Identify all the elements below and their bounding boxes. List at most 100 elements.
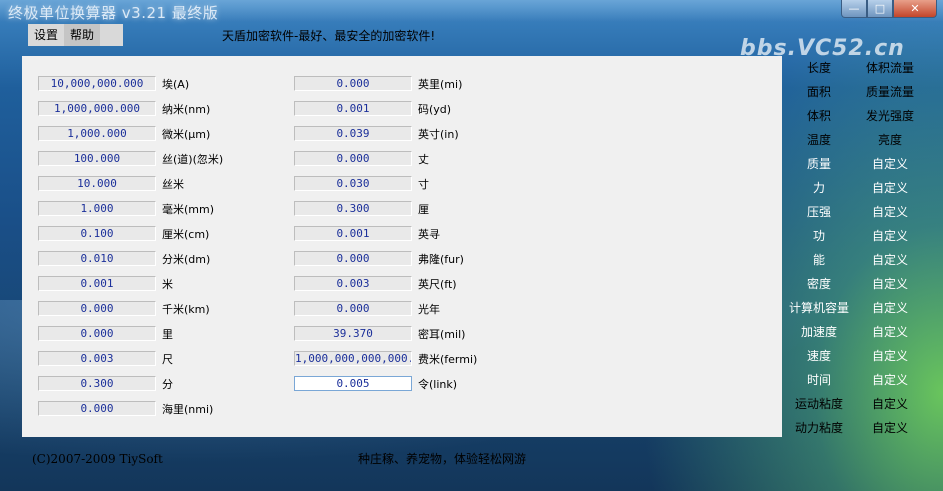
left-unit-row: 0.001 米 <box>38 275 173 292</box>
category-button[interactable]: 加速度 <box>783 321 855 343</box>
left-unit-row: 0.000 里 <box>38 325 173 342</box>
right-unit-value-field[interactable]: 0.001 <box>294 101 412 116</box>
right-unit-row: 1,000,000,000,000.00 费米(fermi) <box>294 350 477 367</box>
left-unit-value-field[interactable]: 0.010 <box>38 251 156 266</box>
left-unit-value-field[interactable]: 1,000.000 <box>38 126 156 141</box>
left-unit-value-field[interactable]: 0.003 <box>38 351 156 366</box>
left-unit-value-field[interactable]: 0.001 <box>38 276 156 291</box>
left-unit-unit-label: 埃(A) <box>162 77 190 91</box>
menu-help[interactable]: 帮助 <box>64 24 101 46</box>
left-unit-value-field[interactable]: 10.000 <box>38 176 156 191</box>
right-unit-row: 0.003 英尺(ft) <box>294 275 457 292</box>
left-unit-row: 10.000 丝米 <box>38 175 184 192</box>
left-unit-row: 0.000 千米(km) <box>38 300 210 317</box>
category-button[interactable]: 自定义 <box>854 273 926 295</box>
right-unit-value-field[interactable]: 0.000 <box>294 301 412 316</box>
left-unit-unit-label: 毫米(mm) <box>162 202 215 216</box>
category-button[interactable]: 时间 <box>783 369 855 391</box>
right-unit-value-field[interactable]: 0.001 <box>294 226 412 241</box>
left-unit-unit-label: 尺 <box>162 352 173 366</box>
menu-settings[interactable]: 设置 <box>28 24 64 46</box>
maximize-button[interactable]: □ <box>867 0 893 18</box>
category-button[interactable]: 体积流量 <box>854 57 926 79</box>
slogan-link[interactable]: 天盾加密软件-最好、最安全的加密软件! <box>222 27 435 44</box>
right-unit-unit-label: 密耳(mil) <box>418 327 466 341</box>
category-button[interactable]: 运动粘度 <box>783 393 855 415</box>
category-button[interactable]: 动力粘度 <box>783 417 855 439</box>
left-unit-row: 1.000 毫米(mm) <box>38 200 214 217</box>
right-unit-value-field[interactable]: 0.000 <box>294 76 412 91</box>
left-unit-value-field[interactable]: 1.000 <box>38 201 156 216</box>
category-button[interactable]: 计算机容量 <box>783 297 855 319</box>
category-button[interactable]: 长度 <box>783 57 855 79</box>
left-unit-value-field[interactable]: 10,000,000.000 <box>38 76 156 91</box>
close-button[interactable]: ✕ <box>893 0 937 18</box>
category-button[interactable]: 自定义 <box>854 393 926 415</box>
right-unit-unit-label: 英寸(in) <box>418 127 459 141</box>
window-controls: — □ ✕ <box>841 0 937 18</box>
right-unit-value-field[interactable]: 0.300 <box>294 201 412 216</box>
ad-link[interactable]: 种庄稼、养宠物，体验轻松网游 <box>358 450 526 467</box>
category-button[interactable]: 自定义 <box>854 369 926 391</box>
left-unit-row: 0.100 厘米(cm) <box>38 225 209 242</box>
right-unit-value-field[interactable]: 0.000 <box>294 251 412 266</box>
left-unit-value-field[interactable]: 0.000 <box>38 401 156 416</box>
category-button[interactable]: 自定义 <box>854 297 926 319</box>
right-unit-unit-label: 英寻 <box>418 227 440 241</box>
left-unit-unit-label: 纳米(nm) <box>162 102 211 116</box>
left-unit-unit-label: 丝(道)(忽米) <box>162 152 224 166</box>
left-unit-unit-label: 里 <box>162 327 173 341</box>
category-button[interactable]: 自定义 <box>854 153 926 175</box>
left-unit-row: 1,000,000.000 纳米(nm) <box>38 100 210 117</box>
left-unit-unit-label: 千米(km) <box>162 302 210 316</box>
category-button[interactable]: 亮度 <box>854 129 926 151</box>
left-unit-unit-label: 丝米 <box>162 177 184 191</box>
category-button[interactable]: 自定义 <box>854 249 926 271</box>
category-button[interactable]: 面积 <box>783 81 855 103</box>
left-unit-value-field[interactable]: 0.100 <box>38 226 156 241</box>
right-unit-value-field[interactable]: 0.003 <box>294 276 412 291</box>
category-button[interactable]: 发光强度 <box>854 105 926 127</box>
category-button[interactable]: 质量 <box>783 153 855 175</box>
title-bar: 终极单位换算器 v3.21 最终版 — □ ✕ <box>0 0 943 22</box>
right-unit-unit-label: 寸 <box>418 177 429 191</box>
left-unit-row: 0.300 分 <box>38 375 173 392</box>
right-unit-value-field[interactable]: 39.370 <box>294 326 412 341</box>
right-unit-row: 39.370 密耳(mil) <box>294 325 465 342</box>
category-button[interactable]: 自定义 <box>854 417 926 439</box>
category-button[interactable]: 自定义 <box>854 321 926 343</box>
right-unit-row: 0.000 光年 <box>294 300 440 317</box>
category-button[interactable]: 功 <box>783 225 855 247</box>
category-panel: 长度 体积流量 面积 质量流量 体积 发光强度 温度 亮度 质量 自定义力自定义 压强 自定义功自定义… <box>783 56 926 437</box>
left-unit-value-field[interactable]: 0.000 <box>38 326 156 341</box>
category-button[interactable]: 自定义 <box>854 201 926 223</box>
category-button[interactable]: 体积 <box>783 105 855 127</box>
category-button[interactable]: 自定义 <box>854 345 926 367</box>
right-unit-value-field[interactable]: 0.000 <box>294 151 412 166</box>
category-button[interactable]: 自定义 <box>854 177 926 199</box>
category-button[interactable]: 密度 <box>783 273 855 295</box>
category-button[interactable]: 压强 <box>783 201 855 223</box>
left-unit-unit-label: 厘米(cm) <box>162 227 210 241</box>
right-unit-value-field[interactable]: 0.005 <box>294 376 412 391</box>
left-unit-value-field[interactable]: 0.000 <box>38 301 156 316</box>
right-unit-row: 0.000 丈 <box>294 150 429 167</box>
right-unit-value-field[interactable]: 0.039 <box>294 126 412 141</box>
category-button[interactable]: 能 <box>783 249 855 271</box>
category-button[interactable]: 质量流量 <box>854 81 926 103</box>
left-unit-value-field[interactable]: 1,000,000.000 <box>38 101 156 116</box>
right-unit-value-field[interactable]: 1,000,000,000,000.00 <box>294 351 412 366</box>
left-unit-value-field[interactable]: 0.300 <box>38 376 156 391</box>
category-button[interactable]: 力 <box>783 177 855 199</box>
category-button[interactable]: 速度 <box>783 345 855 367</box>
right-unit-value-field[interactable]: 0.030 <box>294 176 412 191</box>
category-button[interactable]: 温度 <box>783 129 855 151</box>
minimize-icon: — <box>848 2 860 15</box>
minimize-button[interactable]: — <box>841 0 867 18</box>
right-unit-row: 0.001 码(yd) <box>294 100 451 117</box>
right-unit-unit-label: 丈 <box>418 152 429 166</box>
left-unit-value-field[interactable]: 100.000 <box>38 151 156 166</box>
category-button[interactable]: 自定义 <box>854 225 926 247</box>
right-unit-unit-label: 码(yd) <box>418 102 452 116</box>
close-icon: ✕ <box>910 2 920 15</box>
